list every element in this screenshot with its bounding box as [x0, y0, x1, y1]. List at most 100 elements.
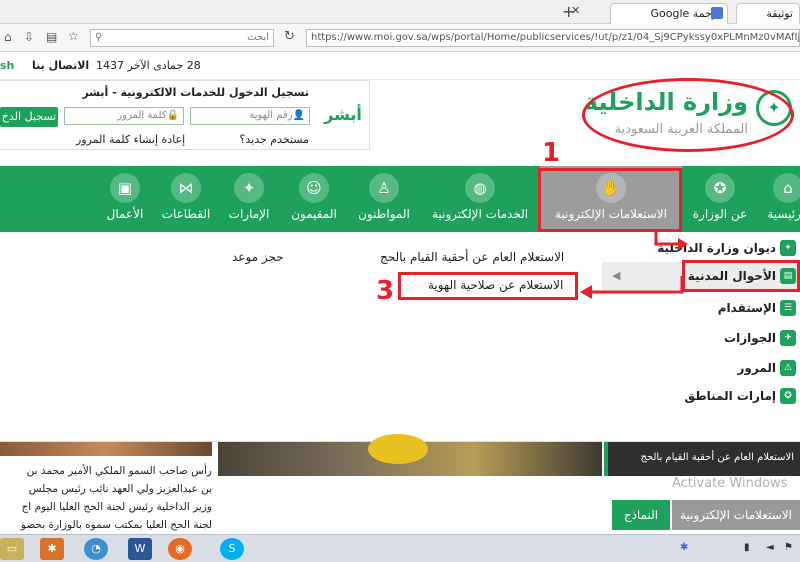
tab-label: توثيقة [766, 7, 793, 20]
app-icon-blue[interactable]: ◔ [84, 538, 108, 560]
link-book-appointment[interactable]: حجز موعد [232, 250, 284, 264]
news-line: لجنة الحج العليا بمكتب سموه بالوزارة بحض… [20, 519, 212, 531]
side-item-passports[interactable]: ✈ الجوازات [602, 324, 800, 352]
bluetooth-icon[interactable]: ✱ [680, 542, 688, 553]
side-item-region-emirates[interactable]: ✪ إمارات المناطق [602, 382, 800, 410]
side-item-label: إمارات المناطق [684, 389, 777, 403]
side-item-label: الجوازات [724, 331, 776, 345]
annotation-arrows [580, 232, 688, 299]
english-link[interactable]: sh [0, 59, 14, 72]
file-explorer-icon[interactable]: ▭ [0, 538, 24, 560]
windows-watermark: Activate Windows [672, 476, 788, 491]
site-top-strip: sh الاتصال بنا 28 جمادى الآخر 1437 [0, 52, 800, 80]
link-hajj-eligibility[interactable]: الاستعلام العام عن أحقية القيام بالحج [380, 250, 564, 264]
home-icon[interactable]: ⌂ [4, 30, 12, 44]
nav-about-ministry[interactable]: ✪ عن الوزارة [684, 166, 756, 232]
emblem-icon: ✪ [780, 388, 796, 404]
nav-label: المواطنون [358, 207, 410, 221]
news-line: وزير الداخلية رئيس لجنة الحج العليا اليو… [21, 501, 212, 513]
recruitment-icon: ☰ [780, 300, 796, 316]
url-field[interactable]: https://www.moi.gov.sa/wps/portal/Home/p… [306, 29, 800, 47]
tab-google-translate[interactable]: ترجمة Google ✕ [571, 3, 728, 24]
nav-regions[interactable]: ✦ الإمارات [218, 166, 280, 232]
flag-icon[interactable]: ⚑ [784, 542, 793, 553]
id-number-input[interactable]: 👤رقم الهوية [190, 107, 310, 125]
arrow-head-id-validity [580, 285, 592, 299]
passport-icon: ✈ [780, 330, 796, 346]
nav-electronic-services[interactable]: ◍ الخدمات الإلكترونية [424, 166, 536, 232]
arrow-to-civil-affairs [654, 232, 680, 246]
ministry-logo-highlight [582, 78, 794, 152]
arrow-to-id-validity [590, 276, 684, 294]
browser-tab-bar: ترجمة Google ✕ توثيقة + [0, 0, 800, 24]
traffic-icon: ⚠ [780, 360, 796, 376]
windows-taskbar: ▭ ✱ ◔ W ◉ S ✱ ▮ ◄ ⚑ [0, 534, 800, 562]
banner-caption-box[interactable]: الاستعلام العام عن أحقية القيام بالحج [604, 442, 800, 476]
nav-label: الإمارات [228, 207, 270, 221]
lock-icon: 🔒 [166, 110, 179, 121]
news-line: رأس صاحب السمو الملكي الأمير محمد بن [26, 465, 212, 477]
nav-label: الرئيسية [767, 207, 800, 221]
nav-sectors[interactable]: ⋈ القطاعات [156, 166, 216, 232]
app-icon-orange[interactable]: ✱ [40, 538, 64, 560]
banner-image[interactable] [218, 434, 602, 476]
hijri-date: 28 جمادى الآخر 1437 [96, 59, 201, 72]
translate-icon [711, 7, 723, 19]
nav-label: الخدمات الإلكترونية [431, 207, 529, 221]
civil-affairs-highlight [682, 260, 800, 292]
home-icon: ⌂ [773, 173, 800, 203]
reload-button[interactable]: ↻ [284, 29, 295, 44]
library-icon[interactable]: ▤ [46, 30, 57, 44]
contact-link[interactable]: الاتصال بنا [32, 59, 89, 72]
nav-label: المقيمون [291, 207, 337, 221]
main-navigation: ⌂الرئيسية ✪عن الوزارة ✋الاستعلامات الإلك… [0, 166, 800, 232]
helmet-shape [368, 434, 428, 464]
bookmark-star-icon[interactable]: ☆ [68, 29, 79, 43]
nav-business[interactable]: ▣ الأعمال [96, 166, 154, 232]
new-tab-button[interactable]: + [562, 2, 575, 21]
citizen-icon: ♙ [369, 173, 399, 203]
tab-e-inquiries[interactable]: الاستعلامات الإلكترونية [672, 500, 800, 530]
regions-icon: ✦ [234, 173, 264, 203]
inquiries-dropdown: ✦ ديوان وزارة الداخلية ▤ الأحوال المدنية ☰… [0, 232, 800, 442]
password-input[interactable]: 🔒كلمة المرور [64, 107, 184, 125]
nav-label: عن الوزارة [692, 207, 748, 221]
skype-icon[interactable]: S [220, 538, 244, 560]
tab-other[interactable]: توثيقة [736, 3, 800, 24]
nav-home[interactable]: ⌂ الرئيسية [758, 166, 800, 232]
network-icon[interactable]: ▮ [744, 542, 750, 553]
tab-forms[interactable]: النماذج [612, 500, 670, 530]
search-icon: ⚲ [95, 32, 103, 43]
banner-caption: الاستعلام العام عن أحقية القيام بالحج [640, 452, 794, 463]
reset-password-link[interactable]: إعادة إنشاء كلمة المرور [76, 133, 185, 146]
firefox-icon[interactable]: ◉ [168, 538, 192, 560]
sectors-icon: ⋈ [171, 173, 201, 203]
step-number-3: 3 [376, 276, 395, 306]
side-item-label: المرور [737, 361, 777, 375]
new-user-link[interactable]: مستخدم جديد؟ [240, 133, 309, 146]
search-input[interactable]: ⚲ ابحث [90, 29, 274, 47]
briefcase-icon: ▣ [110, 173, 140, 203]
inquiries-highlight [538, 168, 682, 232]
news-text: رأس صاحب السمو الملكي الأمير محمد بن بن … [0, 462, 212, 534]
search-placeholder: ابحث [247, 32, 269, 43]
news-line: بن عبدالعزيز ولي العهد نائب رئيس مجلس [28, 483, 212, 495]
globe-icon: ◍ [465, 173, 495, 203]
id-number-placeholder: رقم الهوية [249, 110, 293, 121]
emblem-icon: ✪ [705, 173, 735, 203]
side-item-label: الإستقدام [717, 301, 776, 315]
side-item-traffic[interactable]: ⚠ المرور [602, 354, 800, 382]
word-icon[interactable]: W [128, 538, 152, 560]
volume-icon[interactable]: ◄ [766, 542, 774, 553]
id-validity-highlight [398, 272, 578, 300]
nav-citizens[interactable]: ♙ المواطنون [348, 166, 420, 232]
nav-residents[interactable]: ☺ المقيمون [282, 166, 346, 232]
nav-label: الأعمال [106, 207, 144, 221]
emblem-icon: ✦ [780, 240, 796, 256]
login-button[interactable]: تسجيل الدخ [0, 107, 58, 127]
download-icon[interactable]: ⇩ [24, 30, 34, 44]
login-box: تسجيل الدخول للخدمات الالكترونية - أبشر … [0, 80, 370, 150]
residents-icon: ☺ [299, 173, 329, 203]
nav-label: القطاعات [161, 207, 211, 221]
step-number-1: 1 [542, 138, 561, 168]
